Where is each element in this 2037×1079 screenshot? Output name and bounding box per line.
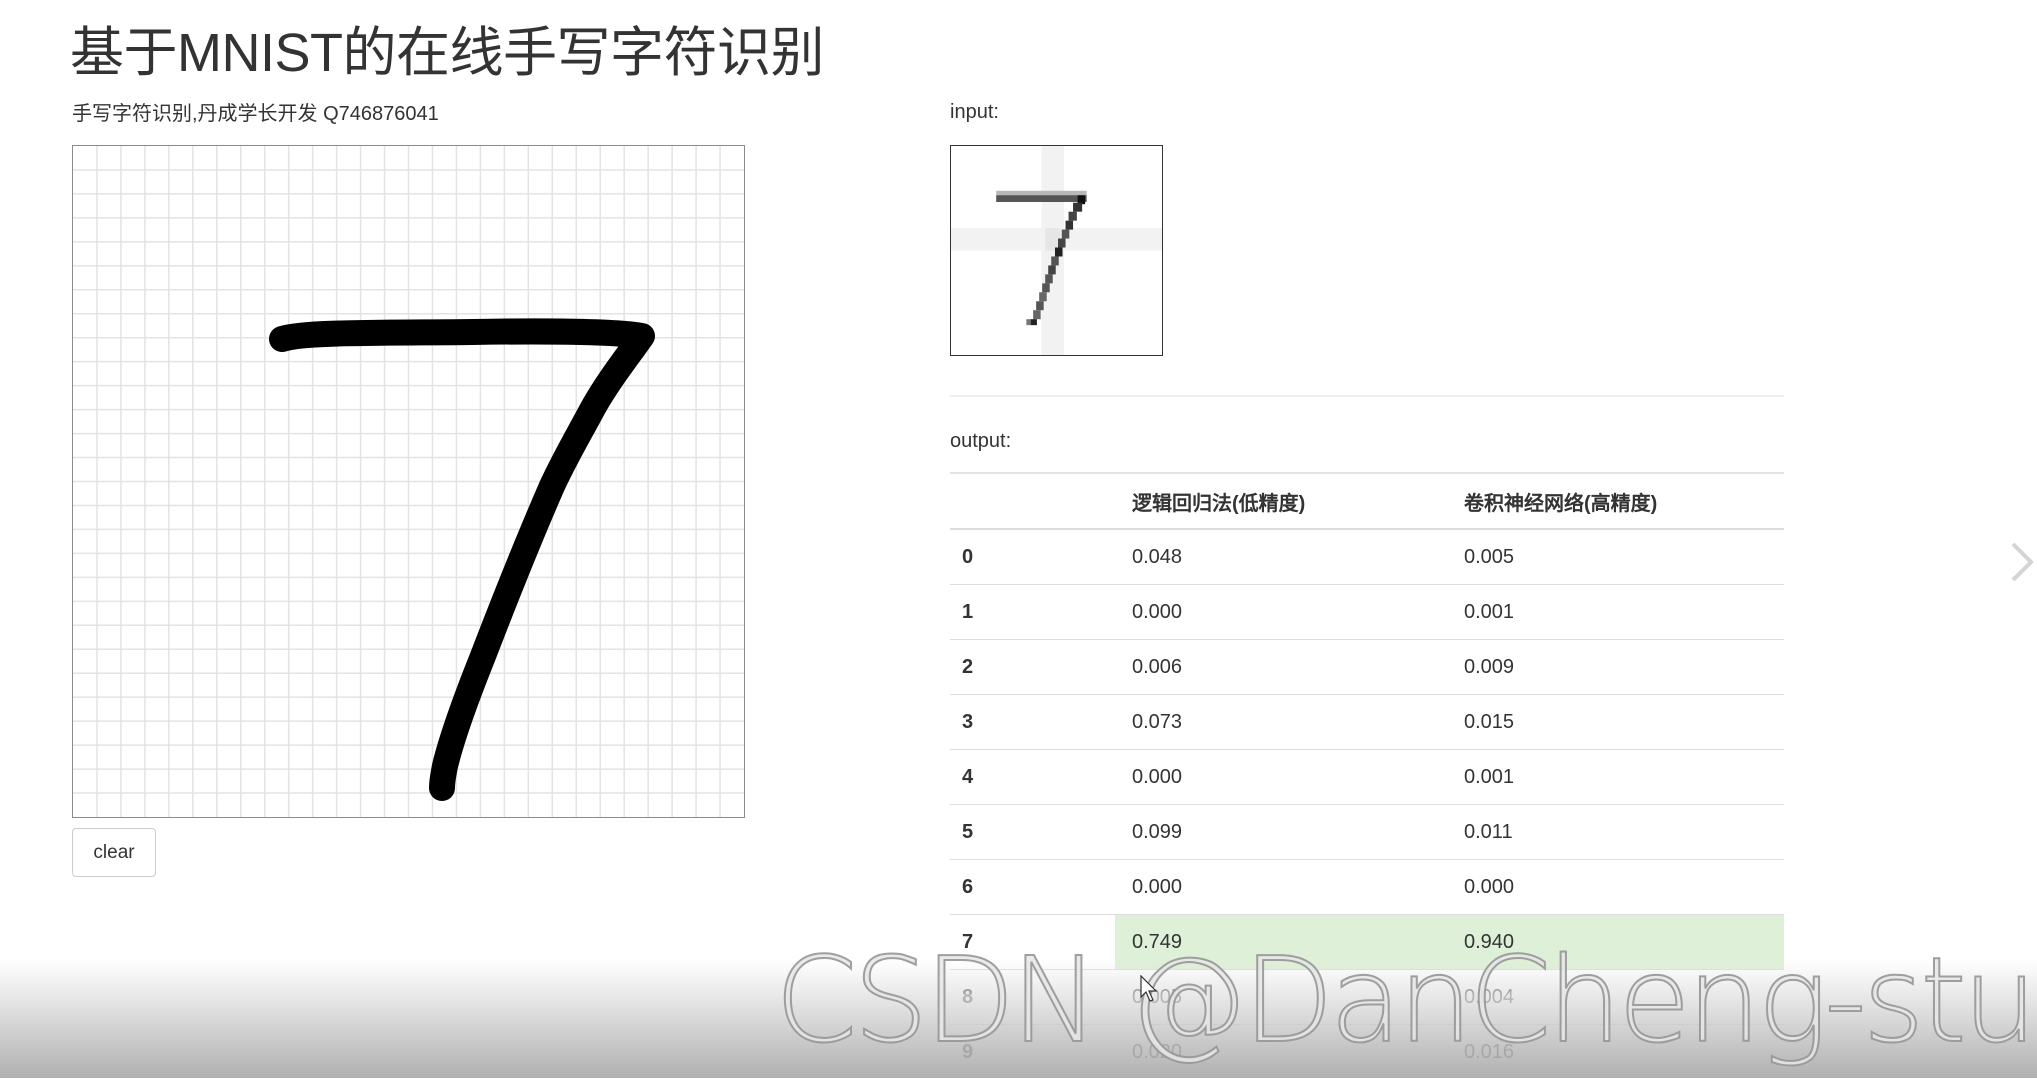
row-digit: 5	[950, 805, 1115, 860]
chevron-right-icon[interactable]	[2007, 538, 2037, 586]
row-cnn-value: 0.005	[1452, 529, 1784, 585]
row-cnn-value: 0.001	[1452, 585, 1784, 640]
row-digit: 3	[950, 695, 1115, 750]
row-logistic-value: 0.006	[1115, 640, 1452, 695]
row-logistic-value: 0.000	[1115, 585, 1452, 640]
drawing-surface[interactable]	[73, 146, 744, 817]
clear-button[interactable]: clear	[72, 828, 156, 877]
header-cnn: 卷积神经网络(高精度)	[1452, 473, 1784, 529]
table-row: 80.0050.004	[950, 970, 1784, 1025]
row-logistic-value: 0.099	[1115, 805, 1452, 860]
row-logistic-value: 0.073	[1115, 695, 1452, 750]
input-pixel-grid	[951, 146, 1162, 355]
drawing-canvas[interactable]	[72, 145, 745, 818]
table-row: 10.0000.001	[950, 585, 1784, 640]
output-label: output:	[950, 430, 1011, 453]
row-logistic-value: 0.020	[1115, 1025, 1452, 1079]
input-preview-image	[950, 145, 1163, 356]
table-row: 50.0990.011	[950, 805, 1784, 860]
input-label: input:	[950, 101, 999, 124]
canvas-grid	[73, 146, 744, 817]
table-row: 90.0200.016	[950, 1025, 1784, 1079]
page-title: 基于MNIST的在线手写字符识别	[70, 18, 824, 88]
row-cnn-value: 0.000	[1452, 860, 1784, 915]
row-digit: 1	[950, 585, 1115, 640]
table-header-row: 逻辑回归法(低精度) 卷积神经网络(高精度)	[950, 473, 1784, 529]
row-digit: 4	[950, 750, 1115, 805]
row-digit: 8	[950, 970, 1115, 1025]
row-cnn-value: 0.011	[1452, 805, 1784, 860]
row-logistic-value: 0.000	[1115, 860, 1452, 915]
table-row: 40.0000.001	[950, 750, 1784, 805]
row-logistic-value: 0.005	[1115, 970, 1452, 1025]
results-table: 逻辑回归法(低精度) 卷积神经网络(高精度) 00.0480.00510.000…	[950, 472, 1784, 1079]
row-cnn-value: 0.015	[1452, 695, 1784, 750]
header-logistic-regression: 逻辑回归法(低精度)	[1115, 473, 1452, 529]
header-digit	[950, 473, 1115, 529]
section-divider	[950, 395, 1784, 397]
row-cnn-value: 0.009	[1452, 640, 1784, 695]
table-row: 30.0730.015	[950, 695, 1784, 750]
row-logistic-value: 0.000	[1115, 750, 1452, 805]
row-logistic-value: 0.048	[1115, 529, 1452, 585]
row-cnn-value: 0.940	[1452, 915, 1784, 970]
mouse-pointer-icon	[1140, 975, 1160, 1003]
row-cnn-value: 0.016	[1452, 1025, 1784, 1079]
row-digit: 2	[950, 640, 1115, 695]
row-logistic-value: 0.749	[1115, 915, 1452, 970]
table-row: 20.0060.009	[950, 640, 1784, 695]
page-subtitle: 手写字符识别,丹成学长开发 Q746876041	[72, 100, 439, 128]
row-digit: 6	[950, 860, 1115, 915]
row-digit: 0	[950, 529, 1115, 585]
row-digit: 9	[950, 1025, 1115, 1079]
row-cnn-value: 0.004	[1452, 970, 1784, 1025]
row-cnn-value: 0.001	[1452, 750, 1784, 805]
table-row: 60.0000.000	[950, 860, 1784, 915]
table-row: 70.7490.940	[950, 915, 1784, 970]
row-digit: 7	[950, 915, 1115, 970]
table-row: 00.0480.005	[950, 529, 1784, 585]
